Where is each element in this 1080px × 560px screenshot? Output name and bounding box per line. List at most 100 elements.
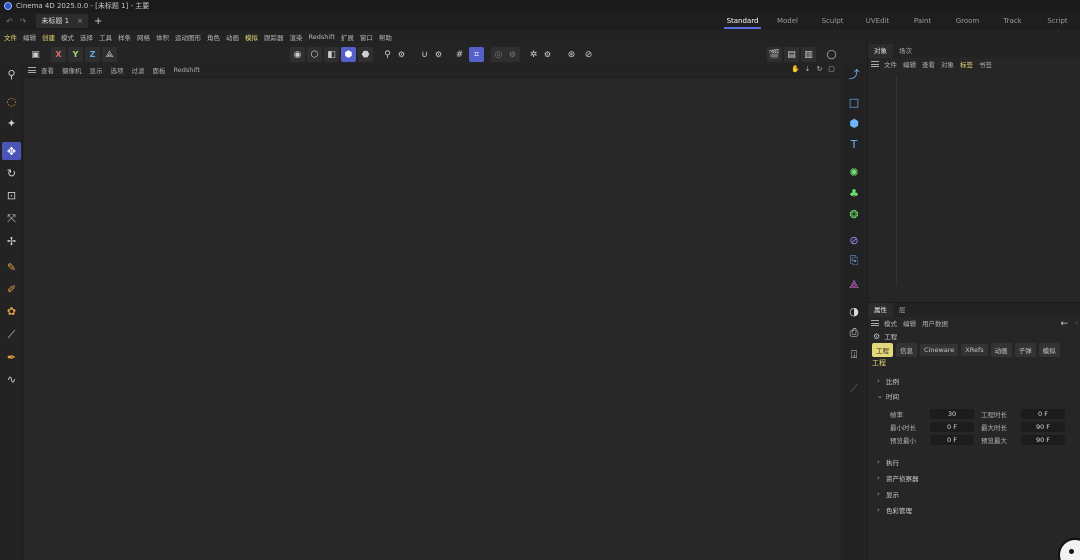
project-time-field[interactable]: 0 F <box>1021 409 1065 419</box>
tag-icon[interactable]: ⟋ <box>845 380 863 398</box>
solo-icon[interactable]: ⊘ <box>581 47 596 62</box>
attribute-menu-icon[interactable] <box>871 320 879 326</box>
scale-tool-icon[interactable]: ⊡ <box>2 186 21 204</box>
snap-settings-icon[interactable]: ⚙ <box>394 47 409 62</box>
redo-icon[interactable]: ↷ <box>20 17 27 26</box>
layout-script[interactable]: Script <box>1035 12 1080 30</box>
layout-groom[interactable]: Groom <box>945 12 990 30</box>
document-tab[interactable]: 未标题 1 × <box>36 14 88 28</box>
preview-min-field[interactable]: 0 F <box>930 435 974 445</box>
viewport-menu-display[interactable]: 显示 <box>90 65 103 75</box>
viewport-menu-view[interactable]: 查看 <box>41 65 54 75</box>
menu-create[interactable]: 创建 <box>42 32 55 42</box>
object-menu-icon[interactable] <box>871 61 879 67</box>
viewport-menu-redshift[interactable]: Redshift <box>174 66 200 74</box>
symmetry-settings-icon[interactable]: ⚙ <box>540 47 555 62</box>
subtab-project[interactable]: 工程 <box>872 343 893 357</box>
spline-brush-icon[interactable]: ✒ <box>2 348 21 366</box>
spline-rectangle-icon[interactable]: □ <box>845 93 863 111</box>
viewport-menu-filter[interactable]: 过滤 <box>132 65 145 75</box>
object-mode-icon[interactable]: ⬢ <box>341 47 356 62</box>
tab-takes[interactable]: 场次 <box>893 44 918 58</box>
rectangle-selection-icon[interactable]: ◌ <box>2 92 21 110</box>
menu-tracker[interactable]: 跟踪器 <box>264 32 284 42</box>
group-asset-inspector[interactable]: › 资产侦察器 <box>868 470 919 485</box>
tab-objects[interactable]: 对象 <box>868 44 893 58</box>
menu-spline[interactable]: 样条 <box>118 32 131 42</box>
forward-arrow-icon[interactable]: › <box>1075 319 1078 327</box>
group-time[interactable]: ⌄ 时间 <box>868 388 1080 403</box>
viewport-menu-camera[interactable]: 摄像机 <box>62 65 82 75</box>
menu-mode[interactable]: 模式 <box>61 32 74 42</box>
menu-window[interactable]: 窗口 <box>360 32 373 42</box>
subtab-cineware[interactable]: Cineware <box>920 344 959 356</box>
object-menu-file[interactable]: 文件 <box>884 59 897 69</box>
redshift-render-icon[interactable]: ◯ <box>824 47 839 62</box>
menu-tools[interactable]: 工具 <box>99 32 112 42</box>
magnet-icon[interactable]: ∪ <box>417 47 432 62</box>
layout-model[interactable]: Model <box>765 12 810 30</box>
effector-icon[interactable]: ❂ <box>845 205 863 223</box>
render-settings-icon[interactable]: ▥ <box>801 47 816 62</box>
viewport-menu-panel[interactable]: 面板 <box>153 65 166 75</box>
attribute-menu-mode[interactable]: 模式 <box>884 318 897 328</box>
tab-attributes[interactable]: 属性 <box>868 303 893 317</box>
knife-tool-icon[interactable]: ∿ <box>2 370 21 388</box>
subtab-xrefs[interactable]: XRefs <box>961 344 988 356</box>
object-menu-bookmarks[interactable]: 书签 <box>979 59 992 69</box>
object-menu-tags[interactable]: 标签 <box>960 59 973 69</box>
workplane-icon[interactable]: # <box>452 47 467 62</box>
layout-paint[interactable]: Paint <box>900 12 945 30</box>
back-arrow-icon[interactable]: ← <box>1060 319 1068 329</box>
layout-standard[interactable]: Standard <box>720 12 765 30</box>
snap-axis-icon[interactable]: ⚲ <box>380 47 395 62</box>
subtab-animation[interactable]: 动画 <box>990 343 1012 357</box>
menu-extensions[interactable]: 扩展 <box>341 32 354 42</box>
mesh-mode-icon[interactable]: ⬡ <box>307 47 322 62</box>
null-object-icon[interactable]: ⤴ <box>845 65 863 83</box>
menu-character[interactable]: 角色 <box>207 32 220 42</box>
object-menu-object[interactable]: 对象 <box>941 59 954 69</box>
menu-select[interactable]: 选择 <box>80 32 93 42</box>
texture-mode-icon[interactable]: ◧ <box>324 47 339 62</box>
object-menu-edit[interactable]: 编辑 <box>903 59 916 69</box>
animation-mode-icon[interactable]: ⬣ <box>358 47 373 62</box>
menu-mograph[interactable]: 运动图形 <box>175 32 201 42</box>
subtab-info[interactable]: 信息 <box>896 343 917 357</box>
menu-simulate[interactable]: 模拟 <box>245 32 258 42</box>
live-selection-icon[interactable]: ⚲ <box>2 65 21 83</box>
light-icon[interactable]: ⍗ <box>845 346 863 364</box>
magnet-settings-icon[interactable]: ⚙ <box>431 47 446 62</box>
text-spline-icon[interactable]: T <box>845 135 863 153</box>
add-tab-icon[interactable]: + <box>94 16 102 27</box>
scene-node-icon[interactable]: ⟁ <box>845 276 863 294</box>
placement-tool-icon[interactable]: ✢ <box>2 232 21 250</box>
dolly-icon[interactable]: ⇣ <box>803 65 812 74</box>
rotate-tool-icon[interactable]: ↻ <box>2 164 21 182</box>
render-picture-viewer-icon[interactable]: ▤ <box>784 47 799 62</box>
min-time-field[interactable]: 0 F <box>930 422 974 432</box>
subtab-simulation[interactable]: 模拟 <box>1038 343 1060 357</box>
coordinate-system-icon[interactable]: ▣ <box>28 47 43 62</box>
menu-help[interactable]: 帮助 <box>379 32 392 42</box>
menu-file[interactable]: 文件 <box>4 32 17 42</box>
x-axis-lock-button[interactable]: X <box>51 47 66 62</box>
mograph-cloner-icon[interactable]: ♣ <box>845 184 863 202</box>
quantize-icon[interactable]: ◎ <box>491 47 506 62</box>
attribute-menu-userdata[interactable]: 用户数据 <box>922 318 948 328</box>
preview-max-field[interactable]: 90 F <box>1021 435 1065 445</box>
camera-icon[interactable]: ⎙ <box>845 324 863 342</box>
menu-volume[interactable]: 体积 <box>156 32 169 42</box>
lasso-selection-icon[interactable]: ✦ <box>2 114 21 132</box>
layout-sculpt[interactable]: Sculpt <box>810 12 855 30</box>
layout-uvedit[interactable]: UVEdit <box>855 12 900 30</box>
transform-tool-icon[interactable]: ⤧ <box>2 210 21 228</box>
grid-snap-icon[interactable]: ⌗ <box>469 47 484 62</box>
close-tab-icon[interactable]: × <box>77 17 83 25</box>
render-view-icon[interactable]: 🎬 <box>767 47 782 62</box>
spline-sketch-icon[interactable]: ✐ <box>2 280 21 298</box>
spline-pen-icon[interactable]: ✎ <box>2 258 21 276</box>
menu-redshift[interactable]: Redshift <box>309 33 335 41</box>
spline-smooth-icon[interactable]: ✿ <box>2 302 21 320</box>
menu-render[interactable]: 渲染 <box>290 32 303 42</box>
